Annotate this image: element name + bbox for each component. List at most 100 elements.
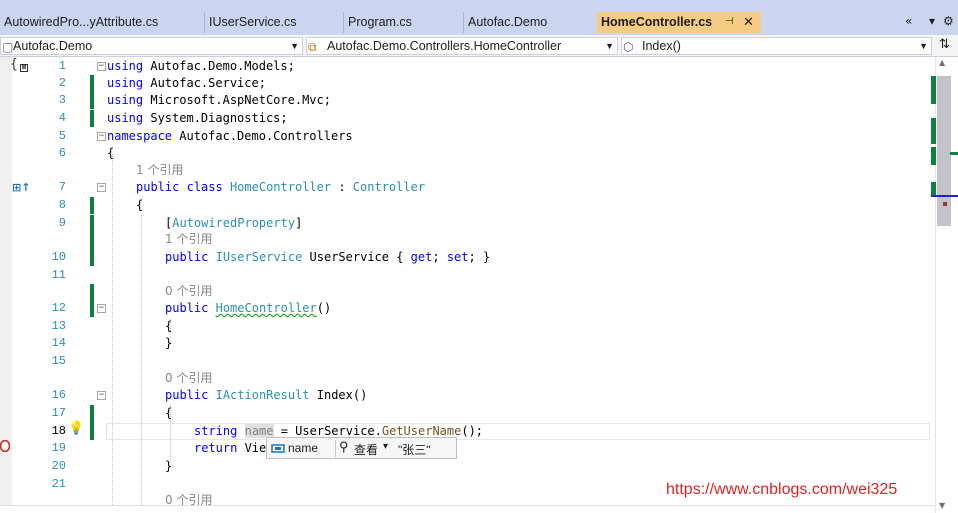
- magnifier-icon[interactable]: ⚲: [339, 439, 349, 455]
- codelens-references[interactable]: 1 个引用: [165, 231, 212, 248]
- change-map-marker: [931, 182, 936, 195]
- line-number: 20: [51, 459, 66, 473]
- code-text: return Vie: [194, 441, 267, 455]
- datatip-variable-name: name: [288, 441, 319, 455]
- code-line: 11: [0, 267, 935, 284]
- code-line: 12 − public HomeController(): [0, 284, 935, 317]
- project-dropdown[interactable]: ▢ Autofac.Demo ▼: [0, 37, 303, 55]
- caret-position-marker: [931, 195, 958, 197]
- settings-gear-icon[interactable]: ⚙: [943, 14, 954, 32]
- code-line: 15: [0, 353, 935, 370]
- code-text: using System.Diagnostics;: [107, 111, 288, 125]
- method-icon: ⬡: [623, 40, 634, 54]
- line-number: 3: [58, 93, 66, 107]
- line-number: 13: [51, 319, 66, 333]
- code-line: 8 {: [0, 197, 935, 214]
- code-line: 5 − namespace Autofac.Demo.Controllers: [0, 128, 935, 145]
- code-line: 19 return Vie: [0, 440, 935, 457]
- code-line: 7 − public class HomeController : Contro…: [0, 179, 935, 196]
- code-line: 3 using Microsoft.AspNetCore.Mvc;: [0, 92, 935, 109]
- chevron-down-icon: ▼: [919, 41, 928, 51]
- line-number: 6: [58, 146, 66, 160]
- tab-autowired-property-attribute[interactable]: AutowiredPro...yAttribute.cs: [0, 12, 202, 33]
- code-text: using Autofac.Demo.Models;: [107, 59, 295, 73]
- tab-program[interactable]: Program.cs: [343, 12, 462, 33]
- line-number: 7: [58, 180, 66, 194]
- line-number: 2: [58, 76, 66, 90]
- datatip-popup[interactable]: name ⚲ 查看 ▾ "张三": [266, 437, 457, 459]
- line-number: 16: [51, 388, 66, 402]
- scroll-down-icon[interactable]: ▼: [939, 501, 945, 510]
- code-line: 14 }: [0, 335, 935, 352]
- member-dropdown[interactable]: ⬡ Index() ▼: [621, 37, 932, 55]
- document-tab-strip: AutowiredPro...yAttribute.cs IUserServic…: [0, 0, 958, 35]
- change-marker: [90, 92, 94, 109]
- local-variable-icon: [271, 444, 285, 453]
- tab-iuserservice[interactable]: IUserService.cs: [204, 12, 340, 33]
- collapse-icon[interactable]: −: [97, 62, 106, 71]
- line-number: 21: [51, 477, 66, 491]
- tab-overflow-icon[interactable]: «: [905, 14, 912, 32]
- code-line: 10 public IUserService UserService { get…: [0, 249, 935, 266]
- line-number: 17: [51, 406, 66, 420]
- change-marker: [90, 249, 94, 266]
- code-editor[interactable]: { ⊠ 1 − using Autofac.Demo.Models; 2 usi…: [0, 57, 958, 513]
- code-text: using Autofac.Service;: [107, 76, 266, 90]
- datatip-value: "张三": [398, 443, 431, 457]
- change-marker: [90, 75, 94, 92]
- change-map-marker: [931, 147, 936, 165]
- chevron-down-icon: ▼: [290, 41, 299, 51]
- change-marker: [90, 284, 94, 317]
- collapse-icon[interactable]: −: [97, 132, 106, 141]
- code-text: using Microsoft.AspNetCore.Mvc;: [107, 93, 331, 107]
- project-name: Autofac.Demo: [13, 39, 93, 53]
- change-map-marker: [950, 152, 958, 155]
- code-text: public HomeController(): [165, 301, 332, 315]
- tab-homecontroller[interactable]: HomeController.cs ⊣ ✕: [597, 12, 761, 33]
- codelens-references[interactable]: 0 个引用: [165, 283, 212, 300]
- line-number: 10: [51, 250, 66, 264]
- codelens-references[interactable]: 0 个引用: [165, 370, 212, 387]
- line-number: 8: [58, 198, 66, 212]
- code-text: public IUserService UserService { get; s…: [165, 250, 491, 264]
- chevron-down-icon[interactable]: ▾: [383, 441, 388, 452]
- type-dropdown[interactable]: ⧉ Autofac.Demo.Controllers.HomeControlle…: [306, 37, 618, 55]
- line-number: 14: [51, 336, 66, 350]
- collapse-icon[interactable]: −: [97, 391, 106, 400]
- chevron-down-icon: ▼: [605, 41, 614, 51]
- breakpoint-map-marker: [943, 202, 947, 206]
- code-text: }: [165, 459, 173, 473]
- member-name: Index(): [642, 39, 681, 53]
- line-number: 19: [51, 441, 66, 455]
- line-number: 12: [51, 301, 66, 315]
- close-tab-icon[interactable]: ✕: [743, 12, 754, 32]
- change-marker: [90, 197, 94, 214]
- code-line: 20 }: [0, 458, 935, 475]
- collapse-icon[interactable]: −: [97, 183, 106, 192]
- code-text: {: [165, 406, 173, 420]
- code-line: 17 {: [0, 405, 935, 440]
- class-icon: ⧉: [308, 40, 317, 54]
- code-text: public IActionResult Index(): [165, 388, 368, 402]
- horizontal-scrollbar[interactable]: [0, 505, 935, 513]
- code-line: 1 − using Autofac.Demo.Models;: [0, 58, 935, 75]
- code-line: 13 {: [0, 318, 935, 335]
- tab-list-dropdown-icon[interactable]: ▾: [929, 14, 935, 32]
- code-text: {: [136, 198, 144, 212]
- pin-tab-icon[interactable]: ⊣: [725, 12, 734, 32]
- tab-autofac-demo[interactable]: Autofac.Demo: [463, 12, 596, 33]
- code-line: 2 using Autofac.Service;: [0, 75, 935, 92]
- code-line: 9 [AutowiredProperty]: [0, 215, 935, 250]
- codelens-references[interactable]: 1 个引用: [136, 162, 183, 179]
- line-number: 4: [58, 111, 66, 125]
- split-window-icon[interactable]: ⇅: [939, 37, 950, 52]
- code-text: {: [107, 146, 115, 160]
- code-text: }: [165, 336, 173, 350]
- tab-label: HomeController.cs: [601, 15, 713, 29]
- datatip-divider: [335, 440, 336, 457]
- watermark-url: https://www.cnblogs.com/wei325: [666, 481, 898, 498]
- line-number: 11: [51, 268, 66, 282]
- datatip-view-button[interactable]: 查看: [354, 441, 378, 458]
- scroll-up-icon[interactable]: ▲: [939, 58, 945, 67]
- collapse-icon[interactable]: −: [97, 304, 106, 313]
